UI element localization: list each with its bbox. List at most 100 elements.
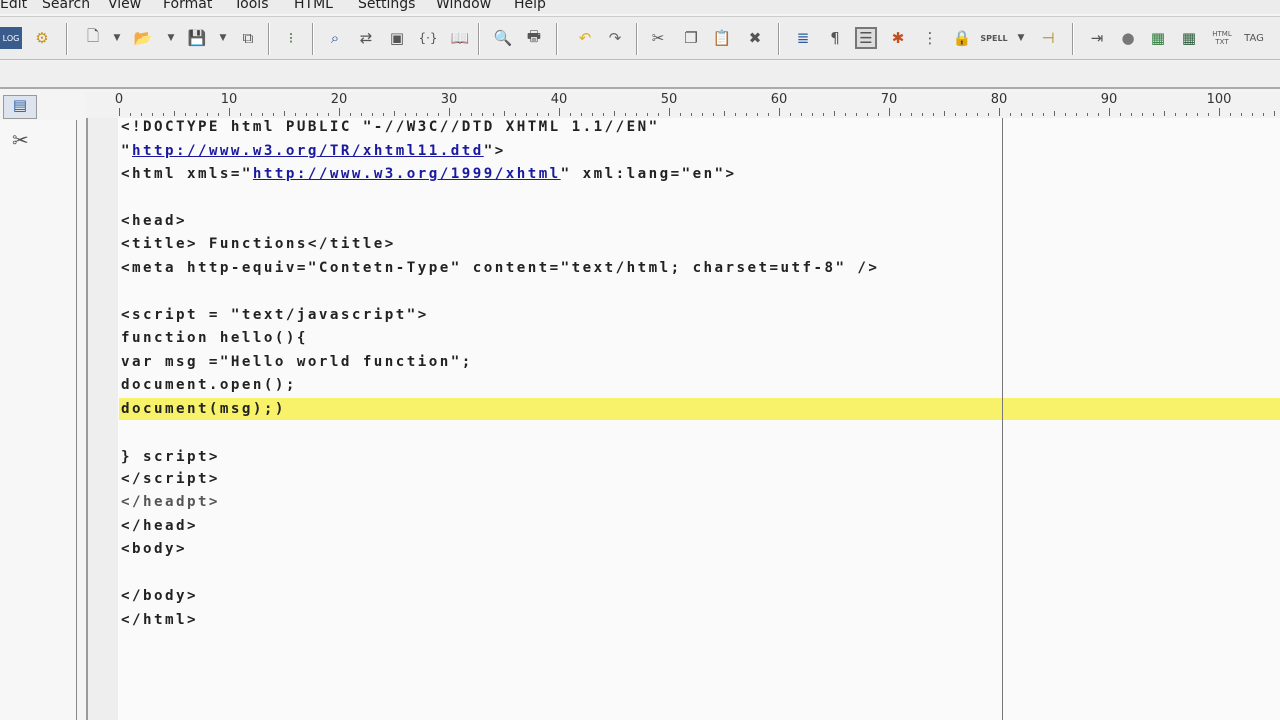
cut-icon[interactable]: ✂ bbox=[647, 27, 669, 49]
ruler-tick bbox=[867, 113, 868, 116]
chevron-down-icon[interactable]: ▼ bbox=[212, 27, 234, 49]
cpp-icon[interactable]: ✱ bbox=[887, 27, 909, 49]
code-text: "> bbox=[483, 143, 506, 159]
chevron-down-icon[interactable]: ▼ bbox=[160, 27, 182, 49]
ruler-tick bbox=[1230, 113, 1231, 116]
ruler-tick bbox=[768, 113, 769, 116]
menu-settings[interactable]: Settings bbox=[358, 0, 415, 12]
toolbar: LOG ⚙ 🗋 ▼ 📂 ▼ 💾 ▼ ⧉ ⁝ ⌕ ⇄ ▣ {·} 📖 🔍 🖶 ↶ … bbox=[0, 16, 1280, 60]
spell-icon[interactable]: SPELL bbox=[980, 27, 1007, 49]
ruler-tick bbox=[823, 113, 824, 116]
redo-icon[interactable]: ↷ bbox=[604, 27, 626, 49]
link[interactable]: http://www.w3.org/TR/xhtml11.dtd bbox=[132, 143, 484, 159]
ruler-tick bbox=[1241, 113, 1242, 116]
ruler-tick bbox=[889, 108, 890, 116]
open-folder-icon[interactable]: 📂 bbox=[132, 27, 154, 49]
log-icon[interactable]: LOG bbox=[0, 27, 22, 49]
ruler-label: 80 bbox=[990, 92, 1008, 107]
ruler-label: 90 bbox=[1100, 92, 1118, 107]
lock-icon[interactable]: 🔒 bbox=[951, 27, 973, 49]
ruler-tick bbox=[1054, 111, 1055, 116]
code-line: } script> bbox=[121, 449, 220, 465]
code-line: <meta http-equiv="Contetn-Type" content=… bbox=[121, 260, 880, 276]
code-line: </headpt> bbox=[121, 494, 220, 510]
save-icon[interactable]: 💾 bbox=[186, 27, 208, 49]
delete-icon[interactable]: ✖ bbox=[744, 27, 766, 49]
ruler-tick bbox=[944, 111, 945, 116]
ruler-tick bbox=[669, 108, 670, 116]
find-in-files-icon[interactable]: ▣ bbox=[386, 27, 408, 49]
code-line: <!DOCTYPE html PUBLIC "-//W3C//DTD XHTML… bbox=[121, 119, 660, 135]
ruler-tick bbox=[977, 113, 978, 116]
pin-icon[interactable]: ⊣ bbox=[1037, 27, 1059, 49]
code-line: <script = "text/javascript"> bbox=[121, 307, 429, 323]
ruler-tick bbox=[966, 113, 967, 116]
circle-icon[interactable]: ● bbox=[1117, 27, 1139, 49]
code-line: </body> bbox=[121, 588, 198, 604]
paste-icon[interactable]: 📋 bbox=[711, 27, 733, 49]
ruler-tick bbox=[834, 111, 835, 116]
find-icon[interactable]: ⌕ bbox=[324, 27, 346, 49]
word-wrap-icon[interactable]: ≣ bbox=[792, 27, 814, 49]
ruler-tick bbox=[1010, 113, 1011, 116]
copy-icon[interactable]: ❐ bbox=[680, 27, 702, 49]
menu-window[interactable]: Window bbox=[436, 0, 491, 12]
hex-icon[interactable]: ▦ bbox=[1147, 27, 1169, 49]
code-text: " xml:lang="en"> bbox=[560, 166, 737, 182]
code-line-current: document(msg);) bbox=[121, 401, 286, 417]
code-line: <title> Functions</title> bbox=[121, 236, 396, 252]
ruler-tick bbox=[1263, 113, 1264, 116]
pilcrow-icon[interactable]: ¶ bbox=[824, 27, 846, 49]
settings-icon[interactable]: ⚙ bbox=[31, 27, 53, 49]
chevron-down-icon[interactable]: ▼ bbox=[1010, 27, 1032, 49]
column-mode-icon[interactable]: ☰ bbox=[855, 27, 877, 49]
menu-tools[interactable]: Tools bbox=[234, 0, 269, 12]
hex10-icon[interactable]: ▦ bbox=[1178, 27, 1200, 49]
print-preview-icon[interactable]: 🔍 bbox=[492, 27, 514, 49]
ruler-tick bbox=[1142, 113, 1143, 116]
separator bbox=[66, 23, 68, 55]
panel-icon[interactable]: ▤ bbox=[3, 95, 37, 119]
line-numbers-icon[interactable]: ⋮ bbox=[919, 27, 941, 49]
ruler-tick bbox=[1153, 113, 1154, 116]
ruler-label: 10 bbox=[220, 92, 238, 107]
ruler-tick bbox=[933, 113, 934, 116]
menu-view[interactable]: View bbox=[108, 0, 141, 12]
tree-icon[interactable]: ⁝ bbox=[280, 27, 302, 49]
code-editor[interactable]: <!DOCTYPE html PUBLIC "-//W3C//DTD XHTML… bbox=[86, 118, 1280, 720]
ruler-label: 50 bbox=[660, 92, 678, 107]
ruler-tick bbox=[702, 113, 703, 116]
ruler-tick bbox=[878, 113, 879, 116]
ruler-tick bbox=[757, 113, 758, 116]
ruler-tick bbox=[449, 108, 450, 116]
tag-icon[interactable]: TAG bbox=[1240, 27, 1268, 49]
ruler-tick bbox=[911, 113, 912, 116]
undo-icon[interactable]: ↶ bbox=[574, 27, 596, 49]
html-to-text-icon[interactable]: HTML TXT bbox=[1208, 27, 1236, 49]
replace-icon[interactable]: ⇄ bbox=[355, 27, 377, 49]
new-file-icon[interactable]: 🗋 bbox=[82, 27, 104, 49]
menu-html[interactable]: HTML bbox=[294, 0, 333, 12]
ruler-tick bbox=[1109, 108, 1110, 116]
menu-format[interactable]: Format bbox=[163, 0, 212, 12]
code-line: </script> bbox=[121, 471, 220, 487]
ruler-tick bbox=[1274, 111, 1275, 116]
separator bbox=[268, 23, 270, 55]
link[interactable]: http://www.w3.org/1999/xhtml bbox=[253, 166, 561, 182]
save-all-icon[interactable]: ⧉ bbox=[237, 27, 259, 49]
ruler-tick bbox=[1032, 113, 1033, 116]
menu-search[interactable]: Search bbox=[42, 0, 90, 12]
ruler-tick bbox=[746, 113, 747, 116]
chevron-down-icon[interactable]: ▼ bbox=[106, 27, 128, 49]
separator bbox=[636, 23, 638, 55]
secondary-toolbar bbox=[0, 61, 1280, 89]
menu-edit[interactable]: Edit bbox=[0, 0, 27, 12]
indent-icon[interactable]: ⇥ bbox=[1086, 27, 1108, 49]
book-icon[interactable]: 📖 bbox=[449, 27, 471, 49]
braces-icon[interactable]: {·} bbox=[417, 27, 439, 49]
ruler-tick bbox=[801, 113, 802, 116]
print-icon[interactable]: 🖶 bbox=[523, 27, 545, 49]
ruler-tick bbox=[922, 113, 923, 116]
tools-icon[interactable]: ✂ bbox=[12, 128, 29, 152]
menu-help[interactable]: Help bbox=[514, 0, 546, 12]
